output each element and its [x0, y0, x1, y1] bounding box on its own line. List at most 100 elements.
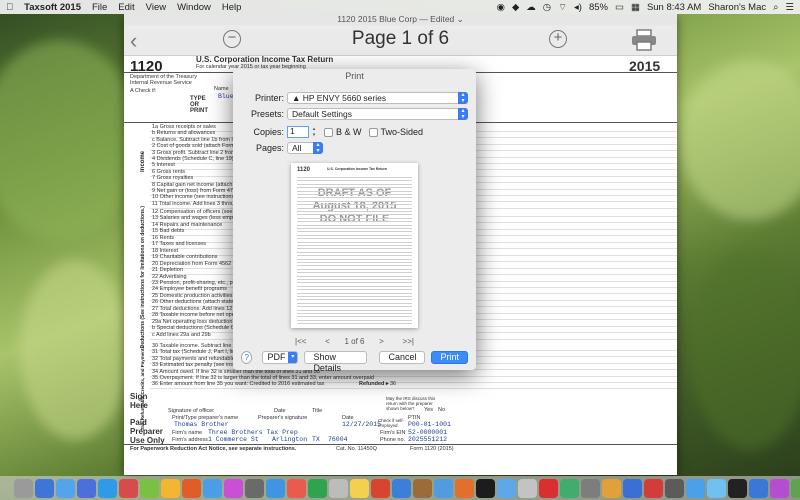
dock-app-icon[interactable] — [413, 478, 432, 498]
dock-app-icon[interactable] — [539, 478, 558, 498]
prep-date[interactable]: 12/27/2015 — [342, 421, 381, 428]
bw-checkbox[interactable] — [324, 127, 333, 137]
dock-app-icon[interactable] — [182, 478, 201, 498]
menu-view[interactable]: View — [146, 2, 166, 13]
print-button[interactable]: Print — [431, 350, 468, 364]
last-page-button[interactable]: >>| — [399, 337, 418, 346]
irs-no[interactable]: No — [438, 407, 445, 413]
dock-app-icon[interactable] — [665, 478, 684, 498]
check-self-employed[interactable]: Check if self-employed — [378, 418, 408, 428]
menu-window[interactable]: Window — [177, 2, 211, 13]
dock-app-icon[interactable] — [476, 478, 495, 498]
wifi-icon[interactable]: ⌔ — [558, 2, 567, 13]
firm-zip[interactable]: 76004 — [328, 436, 348, 443]
dock-app-icon[interactable] — [371, 478, 390, 498]
pages-select[interactable]: All ▴ ▾ — [287, 142, 323, 154]
dock-app-icon[interactable] — [497, 478, 516, 498]
first-page-button[interactable]: |<< — [291, 337, 310, 346]
flag-icon[interactable]: ▦ — [631, 2, 640, 13]
dock-app-icon[interactable] — [728, 478, 747, 498]
form-header-title: U.S. Corporation Income Tax Return — [196, 56, 334, 64]
dock-app-icon[interactable] — [287, 478, 306, 498]
dock-app-icon[interactable] — [707, 478, 726, 498]
notification-center-icon[interactable]: ☰ — [785, 2, 794, 13]
cloud-icon[interactable]: ☁ — [526, 2, 536, 13]
printer-label: Printer: — [254, 93, 284, 103]
phone-value[interactable]: 2025551212 — [408, 436, 447, 443]
prev-page-button[interactable]: < — [321, 337, 334, 346]
copies-stepper-icon[interactable]: ▴ ▾ — [311, 126, 317, 138]
app-menu[interactable]: Taxsoft 2015 — [24, 2, 81, 13]
firm-ein[interactable]: 52-0000001 — [408, 429, 447, 436]
dock-app-icon[interactable] — [581, 478, 600, 498]
dock-app-icon[interactable] — [623, 478, 642, 498]
dock-app-icon[interactable] — [308, 478, 327, 498]
preparer-name[interactable]: Thomas Brother — [174, 421, 229, 428]
dock-app-icon[interactable] — [392, 478, 411, 498]
dock-app-icon[interactable] — [350, 478, 369, 498]
two-sided-checkbox[interactable] — [368, 127, 378, 137]
dock-app-icon[interactable] — [518, 478, 537, 498]
menu-edit[interactable]: Edit — [118, 2, 134, 13]
preview-rule — [297, 238, 412, 240]
help-button[interactable]: ? — [241, 350, 253, 364]
user-menu[interactable]: Sharon's Mac — [708, 2, 766, 13]
dock-app-icon[interactable] — [14, 478, 33, 498]
cancel-button[interactable]: Cancel — [379, 350, 426, 364]
dock-app-icon[interactable] — [602, 478, 621, 498]
form-line-rule — [150, 388, 677, 390]
form-line-item: 22 Advertising — [152, 273, 187, 280]
irs-yes[interactable]: Yes — [424, 407, 433, 413]
apple-menu-icon[interactable]:  — [6, 2, 13, 13]
dock — [0, 476, 800, 500]
dock-app-icon[interactable] — [203, 478, 222, 498]
timemachine-icon[interactable]: ◷ — [543, 2, 551, 13]
preview-rule — [297, 180, 412, 182]
show-details-button[interactable]: Show Details — [304, 350, 368, 373]
menu-help[interactable]: Help — [222, 2, 242, 13]
volume-icon[interactable]: ◂) — [574, 2, 582, 13]
dock-app-icon[interactable] — [560, 478, 579, 498]
status-icon[interactable]: ◉ — [497, 2, 505, 13]
dock-app-icon[interactable] — [434, 478, 453, 498]
printer-icon[interactable] — [631, 29, 657, 51]
dock-app-icon[interactable] — [77, 478, 96, 498]
dock-app-icon[interactable] — [770, 478, 789, 498]
pages-row: Pages: All ▴ ▾ — [241, 141, 468, 155]
dock-app-icon[interactable] — [749, 478, 768, 498]
printer-select[interactable]: ▲ HP ENVY 5660 series ▴ ▾ — [287, 92, 468, 104]
dock-app-icon[interactable] — [119, 478, 138, 498]
clock[interactable]: Sun 8:43 AM — [647, 2, 701, 13]
form-line-item: 1a Gross receipts or sales — [152, 124, 216, 130]
next-page-button[interactable]: > — [375, 337, 388, 346]
dock-app-icon[interactable] — [266, 478, 285, 498]
dock-app-icon[interactable] — [644, 478, 663, 498]
menu-file[interactable]: File — [92, 2, 107, 13]
ptin-value[interactable]: P00-01-1001 — [408, 421, 451, 428]
firm-name[interactable]: Three Brothers Tax Prep — [208, 429, 298, 436]
battery-icon[interactable]: ▭ — [615, 2, 624, 13]
zoom-in-icon[interactable]: + — [549, 30, 567, 48]
dock-app-icon[interactable] — [329, 478, 348, 498]
corp-name-value[interactable]: Blue — [218, 93, 234, 100]
dock-app-icon[interactable] — [56, 478, 75, 498]
dock-app-icon[interactable] — [686, 478, 705, 498]
dock-app-icon[interactable] — [98, 478, 117, 498]
dock-app-icon[interactable] — [791, 478, 800, 498]
preview-rule — [297, 177, 412, 178]
firm-state[interactable]: TX — [312, 436, 320, 443]
dock-app-icon[interactable] — [161, 478, 180, 498]
dock-app-icon[interactable] — [455, 478, 474, 498]
copies-input[interactable]: 1 — [287, 126, 309, 138]
dock-app-icon[interactable] — [35, 478, 54, 498]
firm-city[interactable]: Arlington — [272, 436, 307, 443]
firm-address[interactable]: 1 Commerce St — [208, 436, 259, 443]
battery-percent[interactable]: 85% — [589, 2, 608, 13]
dock-app-icon[interactable] — [245, 478, 264, 498]
dropbox-icon[interactable]: ◆ — [512, 2, 519, 13]
dock-app-icon[interactable] — [140, 478, 159, 498]
presets-select[interactable]: Default Settings ▴ ▾ — [287, 108, 468, 120]
dock-app-icon[interactable] — [224, 478, 243, 498]
pdf-menu-button[interactable]: PDF ▾ — [262, 350, 299, 364]
spotlight-icon[interactable]: ⌕ — [773, 2, 778, 13]
